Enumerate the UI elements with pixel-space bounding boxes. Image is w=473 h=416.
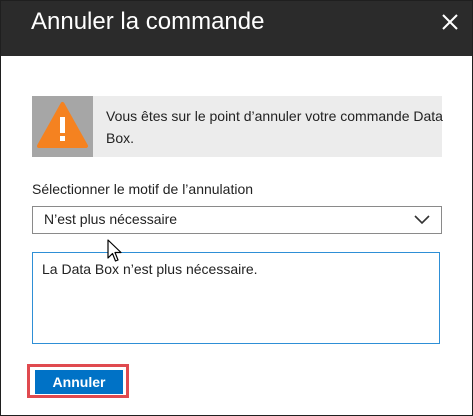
reason-label: Sélectionner le motif de l’annulation <box>32 181 254 197</box>
reason-dropdown[interactable]: N’est plus nécessaire <box>32 206 442 234</box>
warning-alert: Vous êtes sur le point d’annuler votre c… <box>32 96 443 157</box>
close-icon[interactable] <box>437 9 463 35</box>
cancel-order-button[interactable]: Annuler <box>35 370 123 394</box>
reason-selected-value: N’est plus nécessaire <box>44 211 178 227</box>
chevron-down-icon <box>413 212 431 226</box>
cancel-order-dialog: Annuler la commande Vous êtes sur le poi… <box>0 0 473 416</box>
warning-icon <box>37 102 88 148</box>
dialog-title: Annuler la commande <box>31 8 265 35</box>
comment-textarea[interactable]: La Data Box n’est plus nécessaire. <box>32 252 440 344</box>
dialog-titlebar: Annuler la commande <box>1 1 472 56</box>
comment-text: La Data Box n’est plus nécessaire. <box>42 261 258 277</box>
alert-message: Vous êtes sur le point d’annuler votre c… <box>106 108 443 146</box>
alert-icon-container <box>32 96 93 157</box>
mouse-pointer-icon <box>107 239 123 263</box>
